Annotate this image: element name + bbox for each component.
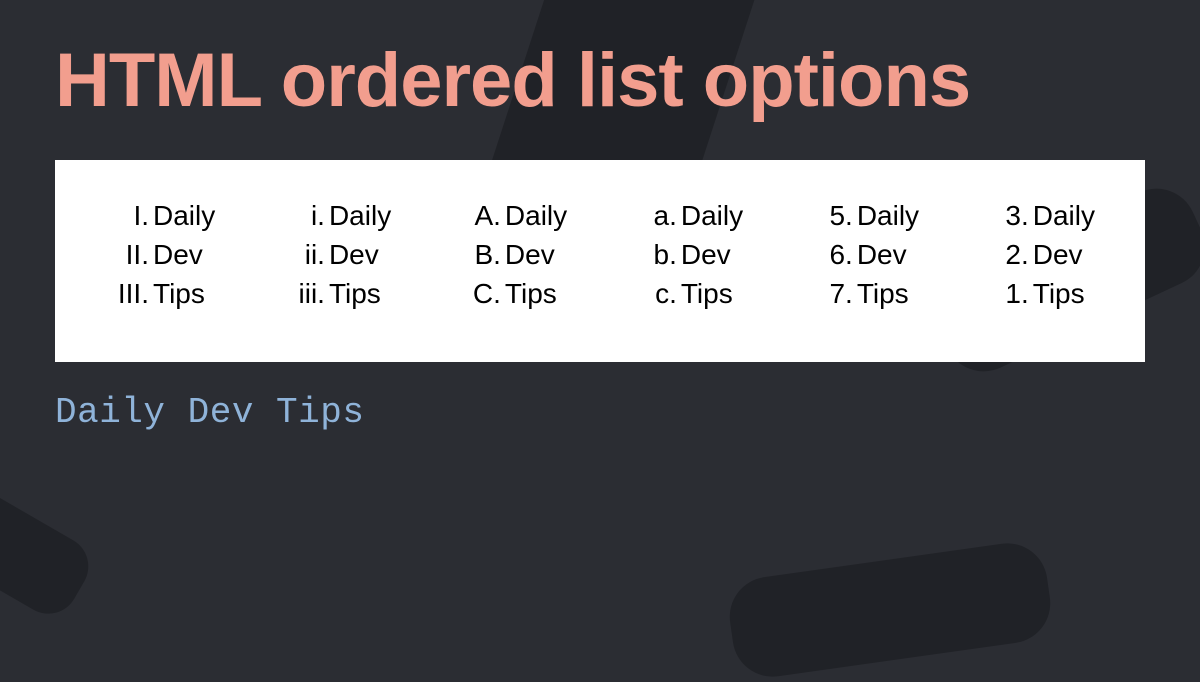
list-label: Daily bbox=[681, 196, 743, 235]
list-marker: II. bbox=[105, 235, 149, 274]
list-lower-alpha: a.Daily b.Dev c.Tips bbox=[639, 196, 743, 314]
list-marker: b. bbox=[639, 235, 677, 274]
list-label: Daily bbox=[153, 196, 215, 235]
list-marker: ii. bbox=[287, 235, 325, 274]
list-marker: 1. bbox=[991, 274, 1029, 313]
list-marker: i. bbox=[287, 196, 325, 235]
example-panel: I.Daily II.Dev III.Tips i.Daily ii.Dev i… bbox=[55, 160, 1145, 362]
list-item: iii.Tips bbox=[287, 274, 391, 313]
list-decimal-reversed: 3.Daily 2.Dev 1.Tips bbox=[991, 196, 1095, 314]
list-marker: c. bbox=[639, 274, 677, 313]
list-item: 2.Dev bbox=[991, 235, 1095, 274]
list-label: Daily bbox=[857, 196, 919, 235]
list-label: Tips bbox=[857, 274, 909, 313]
list-item: III.Tips bbox=[105, 274, 215, 313]
list-item: I.Daily bbox=[105, 196, 215, 235]
list-label: Dev bbox=[1033, 235, 1083, 274]
list-label: Tips bbox=[329, 274, 381, 313]
list-lower-roman: i.Daily ii.Dev iii.Tips bbox=[287, 196, 391, 314]
list-marker: C. bbox=[463, 274, 501, 313]
list-item: II.Dev bbox=[105, 235, 215, 274]
list-upper-alpha: A.Daily B.Dev C.Tips bbox=[463, 196, 567, 314]
list-marker: a. bbox=[639, 196, 677, 235]
list-label: Dev bbox=[329, 235, 379, 274]
list-item: i.Daily bbox=[287, 196, 391, 235]
list-item: C.Tips bbox=[463, 274, 567, 313]
list-label: Dev bbox=[153, 235, 203, 274]
list-item: 7.Tips bbox=[815, 274, 919, 313]
list-item: 6.Dev bbox=[815, 235, 919, 274]
site-name: Daily Dev Tips bbox=[55, 392, 1145, 433]
list-marker: A. bbox=[463, 196, 501, 235]
list-marker: III. bbox=[105, 274, 149, 313]
list-label: Daily bbox=[505, 196, 567, 235]
list-label: Dev bbox=[681, 235, 731, 274]
list-marker: 3. bbox=[991, 196, 1029, 235]
list-item: B.Dev bbox=[463, 235, 567, 274]
list-item: ii.Dev bbox=[287, 235, 391, 274]
list-item: A.Daily bbox=[463, 196, 567, 235]
list-marker: B. bbox=[463, 235, 501, 274]
list-upper-roman: I.Daily II.Dev III.Tips bbox=[105, 196, 215, 314]
list-decimal-start: 5.Daily 6.Dev 7.Tips bbox=[815, 196, 919, 314]
list-marker: I. bbox=[105, 196, 149, 235]
list-item: b.Dev bbox=[639, 235, 743, 274]
list-label: Tips bbox=[681, 274, 733, 313]
list-label: Tips bbox=[1033, 274, 1085, 313]
list-label: Dev bbox=[857, 235, 907, 274]
list-label: Daily bbox=[329, 196, 391, 235]
list-item: a.Daily bbox=[639, 196, 743, 235]
list-marker: 6. bbox=[815, 235, 853, 274]
list-item: 3.Daily bbox=[991, 196, 1095, 235]
list-marker: iii. bbox=[287, 274, 325, 313]
list-label: Tips bbox=[505, 274, 557, 313]
list-item: 1.Tips bbox=[991, 274, 1095, 313]
list-label: Dev bbox=[505, 235, 555, 274]
list-label: Daily bbox=[1033, 196, 1095, 235]
list-marker: 5. bbox=[815, 196, 853, 235]
list-item: 5.Daily bbox=[815, 196, 919, 235]
page-title: HTML ordered list options bbox=[55, 40, 1145, 122]
list-label: Tips bbox=[153, 274, 205, 313]
list-marker: 7. bbox=[815, 274, 853, 313]
list-item: c.Tips bbox=[639, 274, 743, 313]
list-marker: 2. bbox=[991, 235, 1029, 274]
